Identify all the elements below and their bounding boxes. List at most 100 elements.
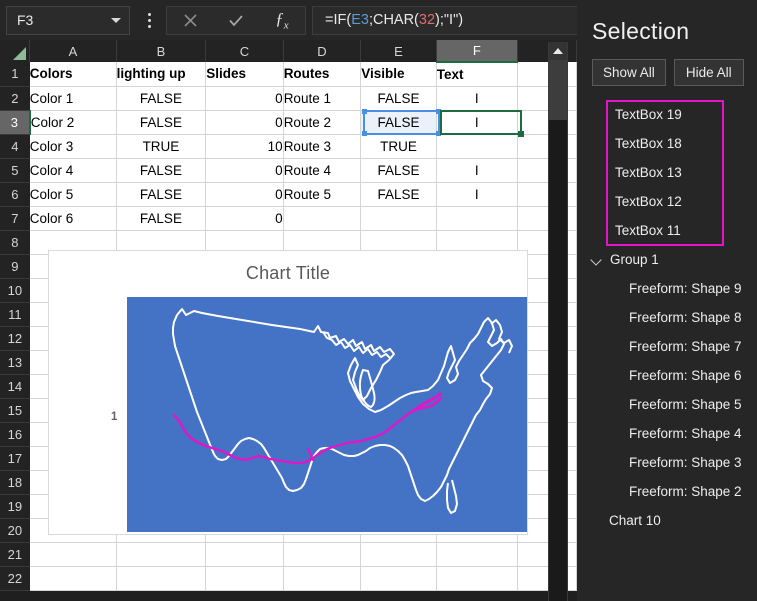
row-header-6[interactable]: 6 [0,182,30,206]
shape-item-chart-10[interactable]: Chart 10 [577,506,757,535]
cell-e5[interactable]: FALSE [361,158,437,182]
chart-object[interactable]: Chart Title 1 [48,250,528,535]
row-header-14[interactable]: 14 [0,374,30,398]
cell-c5[interactable]: 0 [206,158,283,182]
vertical-scrollbar[interactable] [548,42,568,601]
cell-d21[interactable] [283,542,361,566]
cell-c2[interactable]: 0 [206,86,283,110]
cell-a3[interactable]: Color 2 [30,110,116,134]
shape-item-textbox-19[interactable]: TextBox 19 [577,100,757,129]
cell-f7[interactable] [436,206,517,230]
shape-item-freeform-6[interactable]: Freeform: Shape 6 [577,361,757,390]
cell-c22[interactable] [206,566,283,590]
cell-f3[interactable]: I [436,110,517,134]
cell-b4[interactable]: TRUE [116,134,206,158]
cell-e7[interactable] [361,206,437,230]
row-header-8[interactable]: 8 [0,230,30,254]
column-header-c[interactable]: C [206,40,283,62]
cell-d5[interactable]: Route 4 [283,158,361,182]
row-header-16[interactable]: 16 [0,422,30,446]
row-header-4[interactable]: 4 [0,134,30,158]
cell-d2[interactable]: Route 1 [283,86,361,110]
shape-item-freeform-8[interactable]: Freeform: Shape 8 [577,303,757,332]
cell-f1[interactable]: Text [436,62,517,86]
cell-b21[interactable] [116,542,206,566]
chevron-down-icon[interactable] [591,254,602,265]
scrollbar-thumb[interactable] [549,60,567,120]
cell-d6[interactable]: Route 5 [283,182,361,206]
cell-b5[interactable]: FALSE [116,158,206,182]
cell-e6[interactable]: FALSE [361,182,437,206]
cell-f6[interactable]: I [436,182,517,206]
cell-b3[interactable]: FALSE [116,110,206,134]
cell-c1[interactable]: Slides [206,62,283,86]
cell-d1[interactable]: Routes [283,62,361,86]
row-header-21[interactable]: 21 [0,542,30,566]
cell-f21[interactable] [436,542,517,566]
shape-item-freeform-7[interactable]: Freeform: Shape 7 [577,332,757,361]
cell-d22[interactable] [283,566,361,590]
cell-e21[interactable] [361,542,437,566]
cell-b7[interactable]: FALSE [116,206,206,230]
cell-c3[interactable]: 0 [206,110,283,134]
row-header-5[interactable]: 5 [0,158,30,182]
cell-e22[interactable] [361,566,437,590]
shape-item-group-1[interactable]: Group 1 [577,245,757,274]
cell-a1[interactable]: Colors [30,62,116,86]
cell-b22[interactable] [116,566,206,590]
cell-f4[interactable] [436,134,517,158]
confirm-check-icon[interactable] [216,7,256,34]
cell-d7[interactable] [283,206,361,230]
row-header-18[interactable]: 18 [0,470,30,494]
hide-all-button[interactable]: Hide All [674,59,744,86]
column-header-b[interactable]: B [116,40,206,62]
cell-e1[interactable]: Visible [361,62,437,86]
select-all-corner[interactable] [0,40,30,62]
row-header-15[interactable]: 15 [0,398,30,422]
row-header-2[interactable]: 2 [0,86,30,110]
row-header-11[interactable]: 11 [0,302,30,326]
shape-item-freeform-9[interactable]: Freeform: Shape 9 [577,274,757,303]
shape-item-freeform-2[interactable]: Freeform: Shape 2 [577,477,757,506]
shape-item-textbox-18[interactable]: TextBox 18 [577,129,757,158]
shape-item-freeform-3[interactable]: Freeform: Shape 3 [577,448,757,477]
cell-d3[interactable]: Route 2 [283,110,361,134]
column-header-e[interactable]: E [361,40,437,62]
cell-a7[interactable]: Color 6 [30,206,116,230]
cell-f2[interactable]: I [436,86,517,110]
row-header-17[interactable]: 17 [0,446,30,470]
shape-item-textbox-12[interactable]: TextBox 12 [577,187,757,216]
cell-a6[interactable]: Color 5 [30,182,116,206]
row-header-1[interactable]: 1 [0,62,30,86]
row-header-7[interactable]: 7 [0,206,30,230]
row-header-12[interactable]: 12 [0,326,30,350]
name-box[interactable]: F3 [6,6,130,35]
row-header-20[interactable]: 20 [0,518,30,542]
shape-item-textbox-11[interactable]: TextBox 11 [577,216,757,245]
chevron-down-icon[interactable] [111,18,121,23]
scroll-up-arrow-icon[interactable] [549,42,567,60]
column-header-d[interactable]: D [283,40,361,62]
cell-a21[interactable] [30,542,116,566]
cell-a5[interactable]: Color 4 [30,158,116,182]
shape-item-freeform-5[interactable]: Freeform: Shape 5 [577,390,757,419]
row-header-3[interactable]: 3 [0,110,30,134]
show-all-button[interactable]: Show All [592,59,666,86]
row-header-10[interactable]: 10 [0,278,30,302]
cell-a4[interactable]: Color 3 [30,134,116,158]
cell-b1[interactable]: lighting up [116,62,206,86]
spreadsheet-grid[interactable]: A B C D E F 1 Colors lighting up Slides … [0,40,577,601]
shape-item-textbox-13[interactable]: TextBox 13 [577,158,757,187]
column-header-f[interactable]: F [436,40,517,62]
cell-c7[interactable]: 0 [206,206,283,230]
cell-e2[interactable]: FALSE [361,86,437,110]
more-options-icon[interactable] [138,6,160,35]
cell-b6[interactable]: FALSE [116,182,206,206]
cell-e3[interactable]: FALSE [361,110,437,134]
fx-insert-function-icon[interactable]: ƒx [262,7,302,34]
cell-c21[interactable] [206,542,283,566]
cell-d4[interactable]: Route 3 [283,134,361,158]
cancel-x-icon[interactable] [170,7,210,34]
cell-c4[interactable]: 10 [206,134,283,158]
cell-e4[interactable]: TRUE [361,134,437,158]
